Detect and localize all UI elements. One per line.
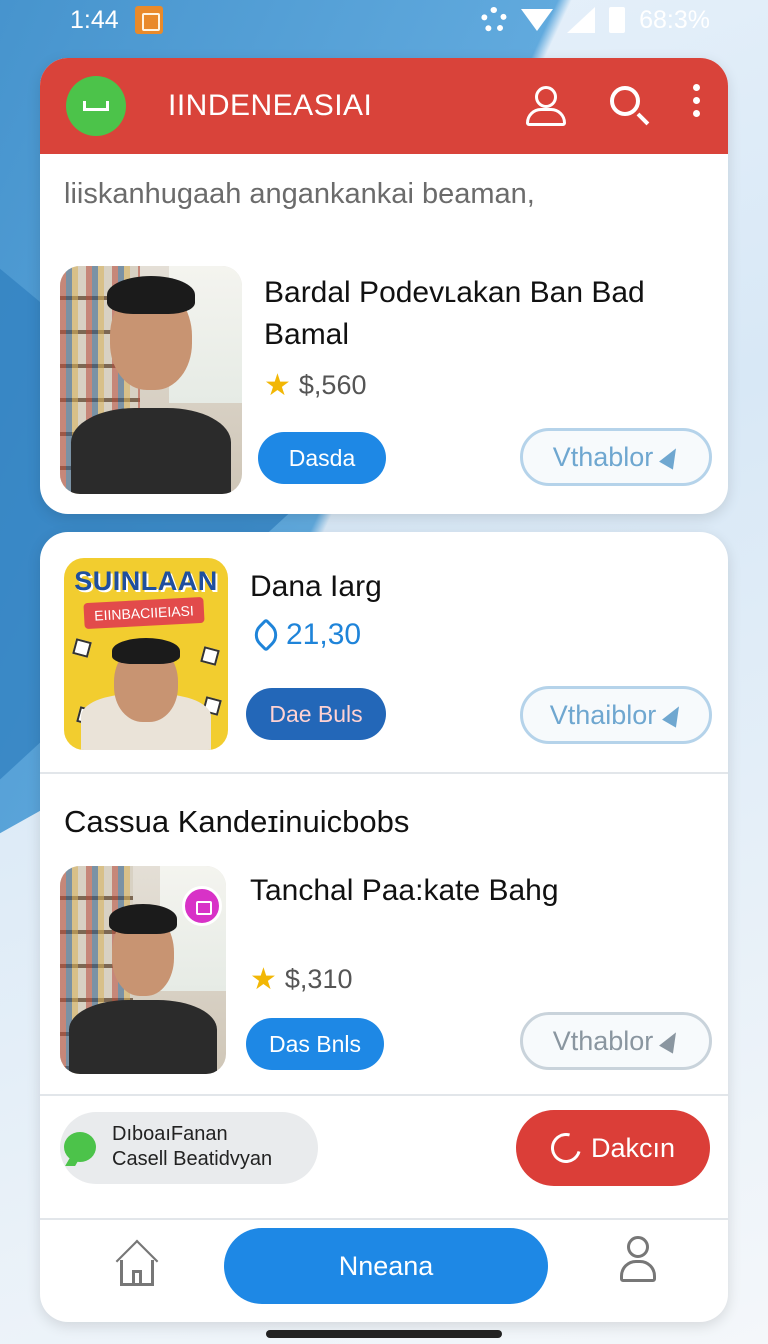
search-icon[interactable] [608,84,652,128]
app-bar: IINDENEASIAI [40,58,728,154]
secondary-button-label: Vthablor [552,1025,654,1056]
star-icon: ★ [250,963,277,996]
chat-line-1: DıboaıFanan [112,1123,228,1145]
home-icon[interactable] [114,1239,160,1286]
star-icon: ★ [264,369,291,402]
secondary-button[interactable]: Vthablor [520,1012,712,1070]
secondary-button[interactable]: Vthablor [520,428,712,486]
action-button-label: Dakcın [590,1132,676,1163]
divider [40,1094,728,1096]
app-title: IINDENEASIAI [168,89,373,122]
bottom-nav: Nneana [40,1218,728,1322]
refresh-icon [545,1127,587,1169]
chat-line-2: Casell Beatidvyan [112,1148,273,1170]
item-title[interactable]: Dana Iarg [250,566,670,608]
user-icon[interactable] [524,84,568,128]
battery-icon [609,7,626,33]
item-rating: ★ $,560 [264,368,366,403]
secondary-button-label: Vthaiblor [549,699,657,730]
count-value: 21,30 [286,618,362,651]
rating-value: $,560 [298,370,367,400]
item-title[interactable]: Bardal Podevʟakan Ban Bad Bamal [264,272,704,356]
primary-button[interactable]: Das Bnls [246,1018,384,1070]
list-card: SUINLAAN EIINBACIIEIASI Dana Iarg 21,30 … [40,532,728,1322]
rating-value: $,310 [284,964,353,994]
card-subtitle: liiskanhugaah angankankai beaman, [64,178,535,210]
video-thumbnail[interactable] [60,266,242,494]
primary-button[interactable]: Dae Buls [246,688,386,740]
chat-pill[interactable]: DıboaıFanan Casell Beatidvyan [60,1112,318,1184]
bolt-icon [659,444,684,470]
wifi-icon [521,9,554,31]
primary-button[interactable]: Dasda [258,432,386,484]
status-bar: 1:44 68:3% [0,0,768,40]
featured-card: IINDENEASIAI liiskanhugaah angankankai b… [40,58,728,514]
notification-icon [134,6,163,34]
item-count: 21,30 [249,618,362,652]
profile-icon[interactable] [618,1236,658,1284]
item-rating: ★ $,310 [250,962,352,997]
badge-icon [182,886,222,926]
item-title[interactable]: Tanchal Paa:kate Bahg [250,870,670,912]
secondary-button[interactable]: Vthaiblor [520,686,712,744]
bolt-icon [659,1028,684,1054]
section-title: Cassua Kandeɪinuicbobs [64,804,410,839]
signal-icon [567,7,596,33]
battery-percent: 68:3% [639,5,710,34]
bolt-icon [662,702,687,728]
secondary-button-label: Vthablor [552,441,654,472]
send-icon [249,618,283,652]
action-button[interactable]: Dakcın [516,1110,710,1186]
more-vert-icon[interactable] [692,84,700,128]
settings-icon [481,7,508,33]
nav-main-button[interactable]: Nneana [224,1228,548,1304]
divider [40,772,728,774]
status-time: 1:44 [70,5,119,34]
home-indicator[interactable] [266,1330,502,1338]
chat-icon [64,1132,96,1162]
poster-thumbnail[interactable]: SUINLAAN EIINBACIIEIASI [64,558,228,750]
app-logo-icon[interactable] [66,76,126,136]
